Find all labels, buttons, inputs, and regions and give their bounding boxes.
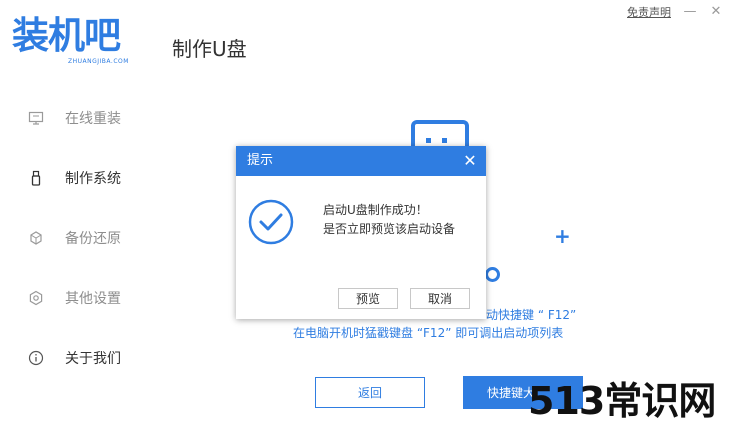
usb-port-dot	[426, 138, 431, 143]
check-circle-icon	[247, 198, 295, 246]
cancel-button[interactable]: 取消	[410, 288, 470, 309]
sidebar-item-label: 制作系统	[65, 171, 121, 187]
watermark-text: 513常识网	[528, 379, 716, 423]
logo-subtext: ZHUANGJIBA.COM	[68, 58, 129, 65]
sidebar-item-label: 备份还原	[65, 231, 121, 247]
dialog-message-question: 是否立即预览该启动设备	[323, 222, 456, 236]
usb-port-dot	[442, 138, 447, 143]
back-button[interactable]: 返回	[315, 377, 425, 408]
hint-text-instructions: 在电脑开机时猛戳键盘 “F12” 即可调出启动项列表	[293, 326, 564, 340]
success-dialog: 提示 ✕ 启动U盘制作成功！ 是否立即预览该启动设备 预览 取消	[236, 146, 486, 319]
close-window-button[interactable]: ✕	[709, 5, 723, 19]
sidebar-item-make-system[interactable]: 制作系统	[0, 163, 230, 193]
logo-text: 装机吧	[12, 14, 121, 57]
page-title: 制作U盘	[172, 37, 247, 61]
sidebar-item-online-reinstall[interactable]: 在线重装	[0, 103, 230, 133]
preview-button[interactable]: 预览	[338, 288, 398, 309]
disclaimer-link[interactable]: 免责声明	[627, 4, 671, 20]
circle-icon	[485, 267, 500, 282]
monitor-icon	[28, 110, 44, 126]
hint-text-shortcut: 动快捷键 “ F12”	[486, 308, 577, 322]
sidebar-item-about-us[interactable]: 关于我们	[0, 343, 230, 373]
sidebar-item-label: 其他设置	[65, 291, 121, 307]
window-controls: 免责声明 — ✕	[627, 4, 723, 20]
sidebar-item-label: 关于我们	[65, 351, 121, 367]
usb-drive-icon	[28, 170, 44, 186]
backup-icon	[28, 230, 44, 246]
info-icon	[28, 350, 44, 366]
gear-icon	[28, 290, 44, 306]
logo: 装机吧 ZHUANGJIBA.COM	[12, 14, 152, 66]
dialog-message-success: 启动U盘制作成功！	[323, 203, 428, 217]
dialog-close-button[interactable]: ✕	[462, 152, 478, 170]
sidebar-item-label: 在线重装	[65, 111, 121, 127]
minimize-button[interactable]: —	[683, 5, 697, 19]
dialog-header: 提示 ✕	[236, 146, 486, 176]
sidebar-item-other-settings[interactable]: 其他设置	[0, 283, 230, 313]
dialog-title: 提示	[247, 153, 274, 168]
plus-icon: +	[554, 224, 571, 248]
sidebar-item-backup-restore[interactable]: 备份还原	[0, 223, 230, 253]
